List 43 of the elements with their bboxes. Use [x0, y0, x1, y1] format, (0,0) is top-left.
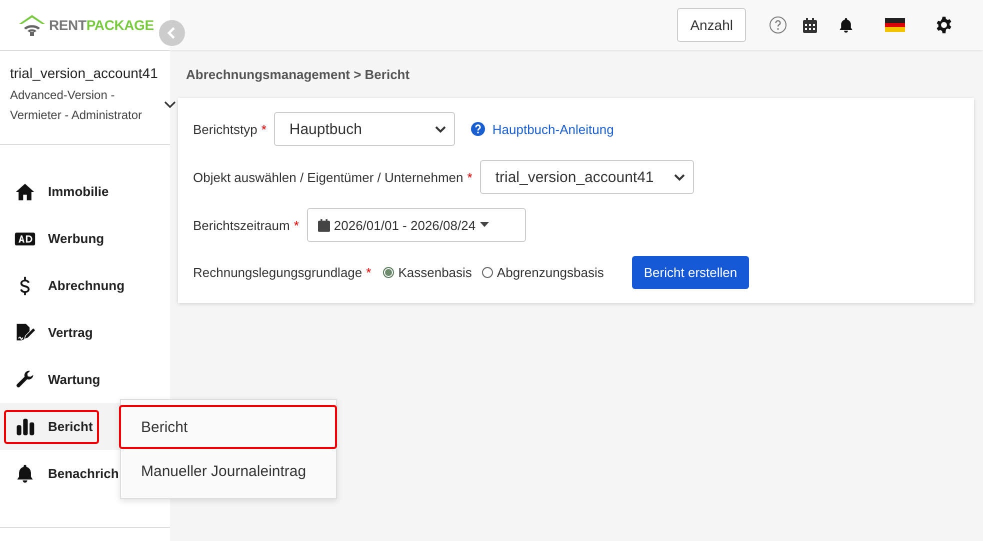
calendar-icon: [318, 218, 330, 232]
chevron-down-icon: [435, 126, 446, 132]
account-role: Advanced-Version - Vermieter - Administrator: [10, 87, 144, 124]
flag-icon[interactable]: [885, 18, 905, 32]
field-label: Berichtstyp: [193, 122, 258, 136]
create-report-button[interactable]: Bericht erstellen: [632, 256, 750, 289]
chevron-down-icon[interactable]: [164, 101, 176, 109]
wrench-icon: [14, 368, 36, 390]
radio-option[interactable]: Abgrenzungsbasis: [482, 265, 604, 280]
required-mark: *: [294, 218, 299, 232]
help-link[interactable]: Hauptbuch-Anleitung: [471, 122, 614, 136]
required-mark: *: [261, 122, 266, 136]
field-label: Berichtszeitraum: [193, 218, 290, 232]
count-button[interactable]: Anzahl: [677, 8, 746, 42]
menu-item[interactable]: Bericht: [119, 405, 337, 449]
help-icon[interactable]: [769, 16, 787, 34]
breadcrumb: Abrechnungsmanagement > Bericht: [186, 67, 411, 82]
radio-option[interactable]: Kassenbasis: [383, 265, 472, 280]
chevron-down-icon: [674, 174, 686, 180]
required-mark: *: [366, 265, 372, 280]
sidebar-item[interactable]: Bericht: [4, 410, 99, 444]
chevron-left-icon: [167, 27, 177, 39]
caret-down-icon: [480, 222, 489, 228]
sidebar-item[interactable]: Werbung: [4, 222, 110, 256]
logo-text: PACKAGE: [86, 17, 154, 33]
help-icon: [471, 122, 486, 136]
report-type-select[interactable]: Hauptbuch: [274, 112, 456, 146]
sidebar-item[interactable]: Abrechnung: [4, 268, 131, 302]
sidebar-item[interactable]: Wartung: [4, 362, 106, 396]
sidebar-item[interactable]: Vertrag: [4, 316, 99, 350]
sidebar-item[interactable]: Immobilie: [4, 174, 115, 208]
field-label: Rechnungslegungsgrundlage: [193, 265, 362, 280]
required-mark: *: [467, 170, 472, 184]
date-range-field[interactable]: 2026/01/01 - 2026/08/24: [306, 208, 526, 242]
field-label: Objekt auswählen / Eigentümer / Unternehmen: [193, 170, 464, 184]
calendar-icon[interactable]: [803, 18, 817, 32]
bell-icon[interactable]: [837, 16, 855, 34]
settings-icon[interactable]: [935, 16, 953, 34]
document-pen-icon: [14, 322, 36, 344]
account-name: trial_version_account41: [10, 65, 159, 81]
logo-icon: [18, 14, 46, 36]
logo-text: RENT: [49, 17, 86, 33]
object-select[interactable]: trial_version_account41: [480, 160, 694, 194]
